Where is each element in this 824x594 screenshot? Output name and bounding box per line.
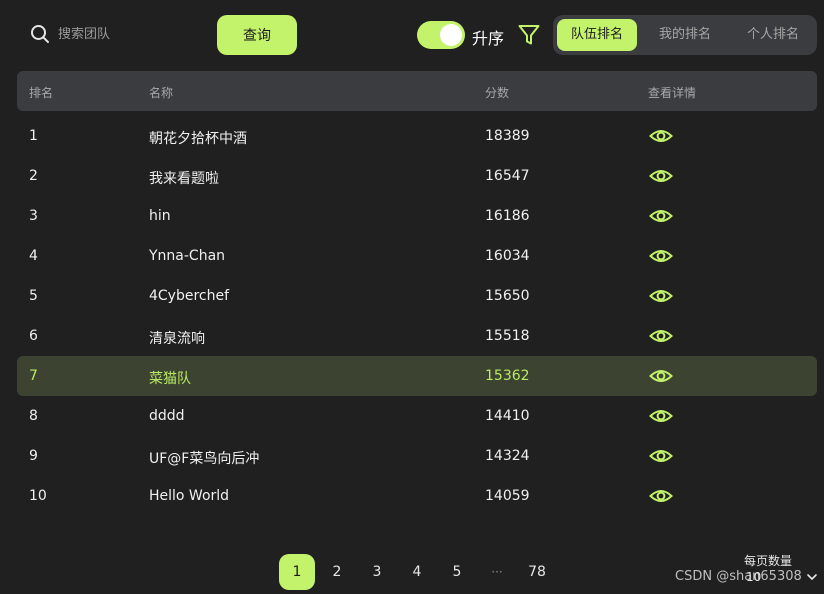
sort-order-label: 升序 <box>472 29 505 48</box>
score-cell: 14324 <box>485 448 530 464</box>
rank-cell: 6 <box>29 328 38 344</box>
score-cell: 16547 <box>485 168 530 184</box>
page-button-last[interactable]: 78 <box>519 554 555 590</box>
table-row: 5 4Cyberchef 15650 <box>17 276 817 316</box>
team-name-cell: 朝花夕拾杯中酒 <box>149 131 247 147</box>
search-icon <box>30 24 50 44</box>
search-box[interactable] <box>30 24 198 44</box>
table-row-highlighted: 7 菜猫队 15362 <box>17 356 817 396</box>
page-button-2[interactable]: 2 <box>319 554 355 590</box>
sort-order-toggle[interactable] <box>417 21 465 49</box>
rank-cell: 1 <box>29 128 38 144</box>
page-ellipsis[interactable]: ··· <box>479 554 515 590</box>
rank-cell: 5 <box>29 288 38 304</box>
search-input[interactable] <box>58 26 198 42</box>
score-cell: 15650 <box>485 288 530 304</box>
team-name-cell: 4Cyberchef <box>149 288 230 304</box>
rank-cell: 8 <box>29 408 38 424</box>
eye-icon[interactable] <box>649 405 673 431</box>
ranking-tabs: 队伍排名 我的排名 个人排名 <box>553 15 817 55</box>
score-cell: 15518 <box>485 328 530 344</box>
table-row: 4 Ynna-Chan 16034 <box>17 236 817 276</box>
header-details: 查看详情 <box>648 86 697 100</box>
page-button-5[interactable]: 5 <box>439 554 475 590</box>
score-cell: 14410 <box>485 408 530 424</box>
per-page-label: 每页数量 <box>744 554 793 568</box>
chevron-down-icon[interactable] <box>806 567 818 586</box>
tab-team-ranking[interactable]: 队伍排名 <box>557 19 637 51</box>
query-button[interactable]: 查询 <box>217 15 297 55</box>
team-name-cell: 清泉流响 <box>149 331 205 347</box>
tab-my-ranking[interactable]: 我的排名 <box>645 19 725 51</box>
filter-icon[interactable] <box>517 23 541 51</box>
score-cell: 16186 <box>485 208 530 224</box>
eye-icon[interactable] <box>649 205 673 231</box>
eye-icon[interactable] <box>649 245 673 271</box>
score-cell: 16034 <box>485 248 530 264</box>
rank-cell: 7 <box>29 368 38 384</box>
rank-cell: 2 <box>29 168 38 184</box>
eye-icon[interactable] <box>649 445 673 471</box>
table-row: 3 hin 16186 <box>17 196 817 236</box>
eye-icon[interactable] <box>649 365 673 391</box>
table-header: 排名 名称 分数 查看详情 <box>17 71 817 111</box>
watermark: CSDN @shan65308 <box>675 569 802 584</box>
page-button-1[interactable]: 1 <box>279 554 315 590</box>
header-rank: 排名 <box>29 86 54 100</box>
toggle-knob <box>440 24 462 46</box>
team-name-cell: hin <box>149 208 171 224</box>
page-button-4[interactable]: 4 <box>399 554 435 590</box>
score-cell: 15362 <box>485 368 530 384</box>
rank-cell: 4 <box>29 248 38 264</box>
table-row: 9 UF@F菜鸟向后冲 14324 <box>17 436 817 476</box>
header-score: 分数 <box>485 86 510 100</box>
eye-icon[interactable] <box>649 485 673 511</box>
table-row: 10 Hello World 14059 <box>17 476 817 516</box>
team-name-cell: UF@F菜鸟向后冲 <box>149 451 260 467</box>
table-row: 8 dddd 14410 <box>17 396 817 436</box>
page-button-3[interactable]: 3 <box>359 554 395 590</box>
eye-icon[interactable] <box>649 165 673 191</box>
rank-cell: 10 <box>29 488 47 504</box>
rank-cell: 3 <box>29 208 38 224</box>
team-name-cell: Hello World <box>149 488 230 504</box>
team-name-cell: dddd <box>149 408 185 424</box>
table-row: 6 清泉流响 15518 <box>17 316 817 356</box>
rank-cell: 9 <box>29 448 38 464</box>
team-name-cell: Ynna-Chan <box>149 248 226 264</box>
team-name-cell: 我来看题啦 <box>149 171 219 187</box>
score-cell: 14059 <box>485 488 530 504</box>
eye-icon[interactable] <box>649 325 673 351</box>
table-row: 2 我来看题啦 16547 <box>17 156 817 196</box>
tab-personal-ranking[interactable]: 个人排名 <box>733 19 813 51</box>
score-cell: 18389 <box>485 128 530 144</box>
table-row: 1 朝花夕拾杯中酒 18389 <box>17 116 817 156</box>
toolbar: 查询 升序 队伍排名 我的排名 个人排名 <box>0 0 824 70</box>
eye-icon[interactable] <box>649 125 673 151</box>
team-name-cell: 菜猫队 <box>149 371 191 387</box>
eye-icon[interactable] <box>649 285 673 311</box>
header-name: 名称 <box>149 86 174 100</box>
